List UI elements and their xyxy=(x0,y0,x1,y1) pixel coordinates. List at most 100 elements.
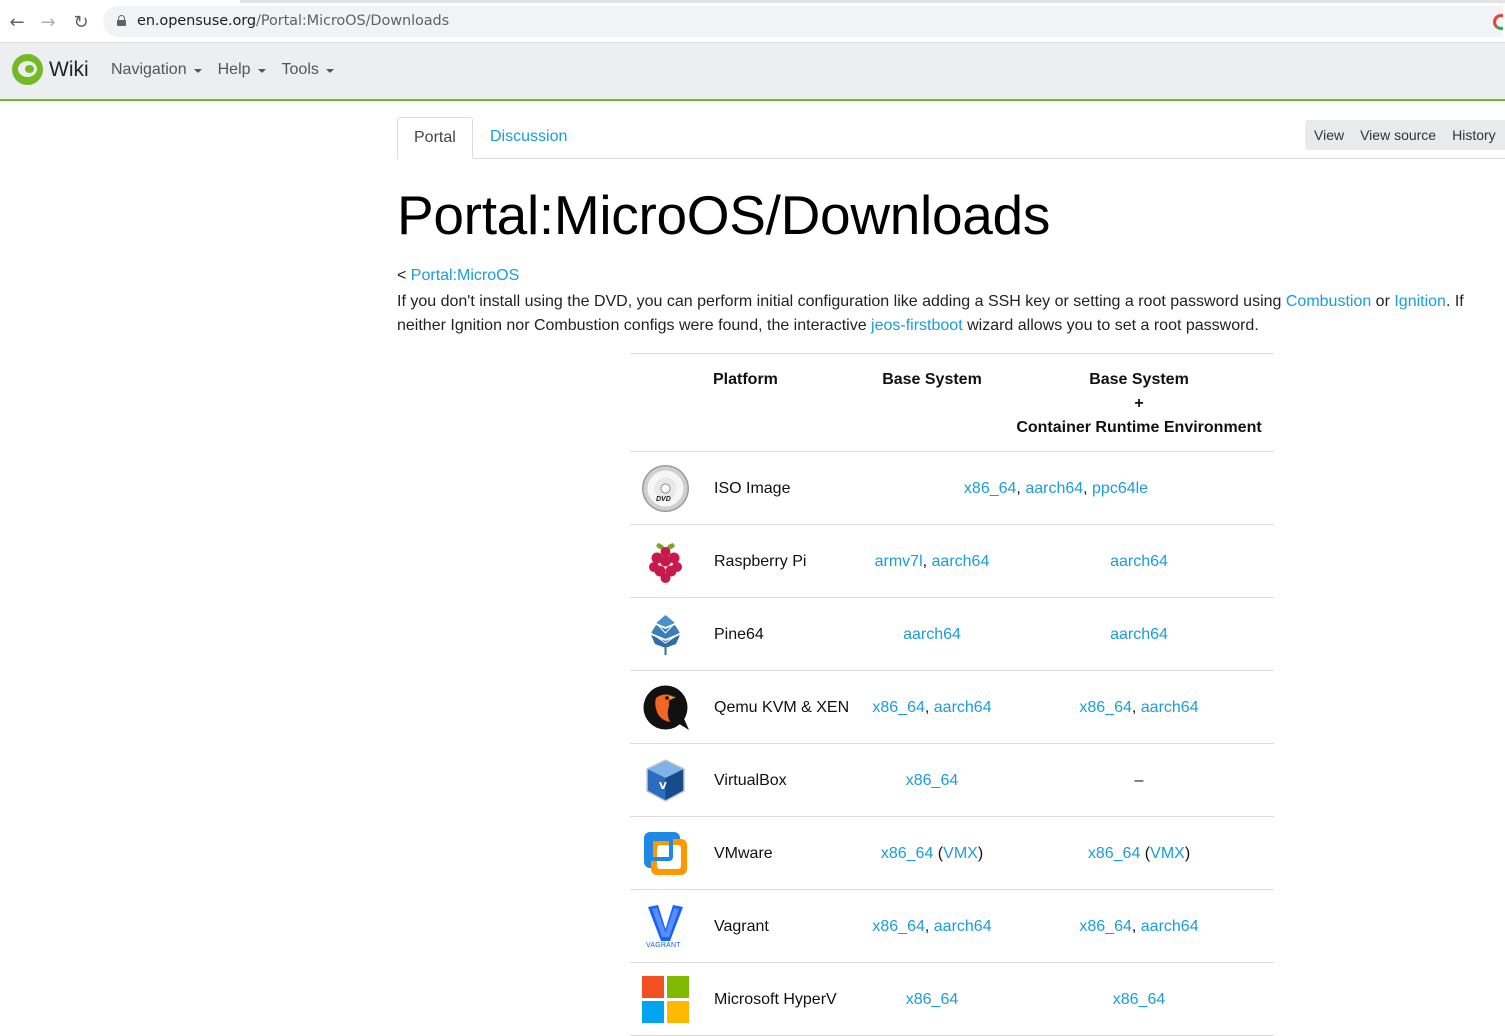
link-rpi-aarch64[interactable]: aarch64 xyxy=(932,553,990,570)
google-icon[interactable] xyxy=(1493,14,1503,30)
table-row: DVD ISO Image x86_64, aarch64, ppc64le xyxy=(630,452,1274,525)
intro-text-1: If you don't install using the DVD, you … xyxy=(397,293,1286,310)
opensuse-logo-icon xyxy=(12,54,43,85)
pine64-icon xyxy=(642,611,689,658)
cre-links: x86_64, aarch64 xyxy=(1079,699,1199,716)
link-vagrant-aarch64[interactable]: aarch64 xyxy=(934,918,992,935)
menu-help-label: Help xyxy=(217,61,251,78)
table-row: Microsoft HyperV x86_64 x86_64 xyxy=(630,963,1274,1036)
tab-portal[interactable]: Portal xyxy=(397,117,473,159)
link-pine64-aarch64[interactable]: aarch64 xyxy=(903,626,961,643)
link-iso-x86-64[interactable]: x86_64 xyxy=(964,480,1017,497)
header-container-runtime: Base System + Container Runtime Environm… xyxy=(1010,368,1268,440)
caret-down-icon xyxy=(257,69,266,73)
platform-name: VirtualBox xyxy=(714,772,787,789)
link-iso-aarch64[interactable]: aarch64 xyxy=(1025,480,1083,497)
reload-icon[interactable]: ↻ xyxy=(70,11,92,33)
svg-text:V: V xyxy=(659,781,667,792)
link-qemu-aarch64[interactable]: aarch64 xyxy=(934,699,992,716)
cre-unavailable: – xyxy=(1134,772,1144,789)
vagrant-label: VAGRANT xyxy=(646,942,681,949)
virtualbox-icon: V xyxy=(642,757,689,804)
menu-tools-label: Tools xyxy=(281,61,319,78)
link-qemu-x86-64[interactable]: x86_64 xyxy=(872,699,925,716)
table-row: VAGRANT Vagrant x86_64, aarch64 x86_64, … xyxy=(630,890,1274,963)
link-vmware-cre-x86-64[interactable]: x86_64 xyxy=(1088,845,1141,862)
link-rpi-cre-aarch64[interactable]: aarch64 xyxy=(1110,553,1168,570)
intro-paragraph: If you don't install using the DVD, you … xyxy=(397,290,1487,338)
base-links: x86_64 xyxy=(844,963,1020,1036)
vagrant-icon: VAGRANT xyxy=(642,903,689,950)
menu-navigation-label: Navigation xyxy=(111,61,187,78)
forward-arrow-icon[interactable]: → xyxy=(37,11,59,33)
brand-text: Wiki xyxy=(49,57,89,81)
base-links: x86_64, aarch64 xyxy=(872,918,992,935)
link-jeos-firstboot[interactable]: jeos-firstboot xyxy=(871,317,963,334)
menu-tools[interactable]: Tools xyxy=(282,61,334,79)
browser-tabstrip xyxy=(0,0,1505,3)
downloads-table: Platform Base System Base System + Conta… xyxy=(630,353,1274,1036)
link-rpi-armv7l[interactable]: armv7l xyxy=(875,553,923,570)
lock-icon[interactable] xyxy=(117,15,126,26)
link-vmware-vmx[interactable]: VMX xyxy=(943,845,978,862)
dvd-icon: DVD xyxy=(642,465,689,512)
platform-name: Pine64 xyxy=(714,626,764,643)
cre-links: aarch64 xyxy=(1010,598,1268,671)
url-text[interactable]: en.opensuse.org/Portal:MicroOS/Downloads xyxy=(137,13,449,29)
tab-view[interactable]: View xyxy=(1314,127,1344,143)
link-pine64-cre-aarch64[interactable]: aarch64 xyxy=(1110,626,1168,643)
qemu-icon xyxy=(642,684,689,731)
platform-name: Raspberry Pi xyxy=(714,553,807,570)
header-base-system: Base System xyxy=(882,371,982,388)
header-platform: Platform xyxy=(713,371,778,388)
platform-name: Qemu KVM & XEN xyxy=(714,699,850,716)
link-hyperv-cre-x86-64[interactable]: x86_64 xyxy=(1113,991,1166,1008)
cre-links: x86_64 (VMX) xyxy=(1087,845,1191,862)
menu-navigation[interactable]: Navigation xyxy=(111,61,202,79)
link-vagrant-cre-x86-64[interactable]: x86_64 xyxy=(1079,918,1132,935)
link-qemu-cre-x86-64[interactable]: x86_64 xyxy=(1079,699,1132,716)
platform-name: Vagrant xyxy=(714,918,769,935)
menu-help[interactable]: Help xyxy=(218,61,266,79)
breadcrumb-link-portal-microos[interactable]: Portal:MicroOS xyxy=(411,267,519,284)
tab-discussion[interactable]: Discussion xyxy=(474,117,583,159)
table-row: VMware x86_64 (VMX) x86_64 (VMX) xyxy=(630,817,1274,890)
wiki-brand[interactable]: Wiki xyxy=(12,54,89,85)
link-vmware-cre-vmx[interactable]: VMX xyxy=(1150,845,1185,862)
caret-down-icon xyxy=(193,69,202,73)
wiki-navbar: Wiki Navigation Help Tools xyxy=(0,43,1505,101)
breadcrumb-prefix: < xyxy=(397,267,411,284)
address-bar[interactable]: en.opensuse.org/Portal:MicroOS/Downloads xyxy=(103,6,1503,37)
platform-name: Microsoft HyperV xyxy=(714,991,837,1008)
back-arrow-icon[interactable]: ← xyxy=(6,11,28,33)
header-cre-line2: + xyxy=(1134,395,1144,412)
intro-text-4: wizard allows you to set a root password… xyxy=(962,317,1259,334)
link-vagrant-x86-64[interactable]: x86_64 xyxy=(872,918,925,935)
page-actions: View View source History xyxy=(1305,120,1505,150)
microsoft-icon xyxy=(642,976,689,1023)
link-vbox-x86-64[interactable]: x86_64 xyxy=(906,772,959,789)
link-hyperv-x86-64[interactable]: x86_64 xyxy=(906,991,959,1008)
table-row: Qemu KVM & XEN x86_64, aarch64 x86_64, a… xyxy=(630,671,1274,744)
table-row: Raspberry Pi armv7l, aarch64 aarch64 xyxy=(630,525,1274,598)
link-qemu-cre-aarch64[interactable]: aarch64 xyxy=(1141,699,1199,716)
tab-history[interactable]: History xyxy=(1452,127,1496,143)
table-row: V VirtualBox x86_64 – xyxy=(630,744,1274,817)
base-links: x86_64 (VMX) xyxy=(880,845,984,862)
navbar-menu: Navigation Help Tools xyxy=(111,61,350,79)
vmware-icon xyxy=(642,830,689,877)
link-ignition[interactable]: Ignition xyxy=(1394,293,1446,310)
url-path: /Portal:MicroOS/Downloads xyxy=(256,13,450,29)
link-iso-ppc64le[interactable]: ppc64le xyxy=(1092,480,1148,497)
table-header: Platform Base System Base System + Conta… xyxy=(630,354,1274,452)
link-vagrant-cre-aarch64[interactable]: aarch64 xyxy=(1141,918,1199,935)
base-links: x86_64, aarch64 xyxy=(872,699,992,716)
browser-toolbar: ← → ↻ en.opensuse.org/Portal:MicroOS/Dow… xyxy=(0,0,1505,43)
url-host: en.opensuse.org xyxy=(137,13,257,29)
cre-links: x86_64, aarch64 xyxy=(1079,918,1199,935)
link-vmware-x86-64[interactable]: x86_64 xyxy=(881,845,934,862)
active-browser-tab[interactable] xyxy=(0,0,240,3)
tab-view-source[interactable]: View source xyxy=(1360,127,1436,143)
cre-links: x86_64 xyxy=(1010,963,1268,1036)
link-combustion[interactable]: Combustion xyxy=(1286,293,1371,310)
